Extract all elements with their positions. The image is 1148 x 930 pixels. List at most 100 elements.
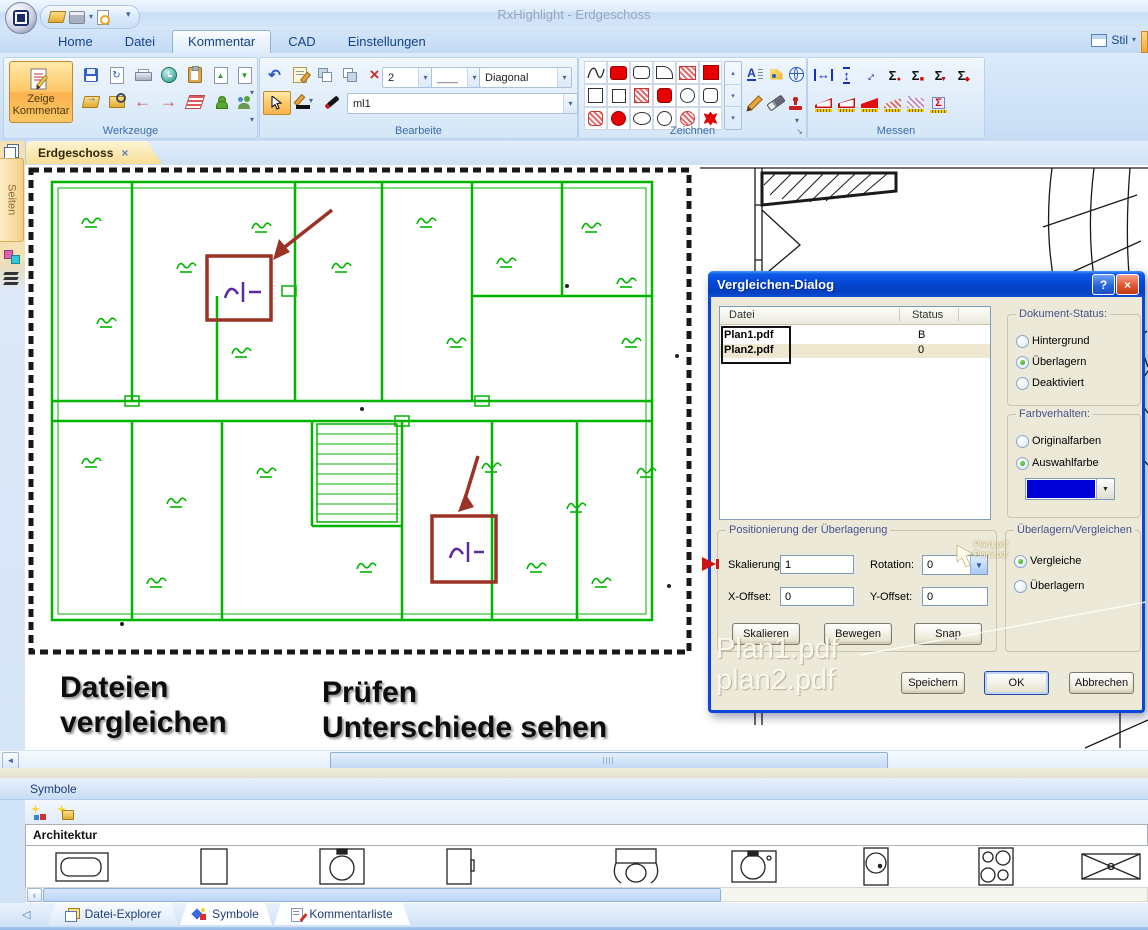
tab-datei[interactable]: Datei [110, 31, 170, 53]
abbrechen-button[interactable]: Abbrechen [1069, 672, 1134, 694]
gallery-up-icon[interactable]: ▴ [725, 62, 741, 85]
bewegen-button[interactable]: Bewegen [824, 623, 892, 645]
radio-hintergrund-label[interactable]: Hintergrund [1032, 335, 1089, 347]
hatch-combobox[interactable]: Diagonal ▾ [479, 67, 572, 88]
skalieren-button[interactable]: Skalieren [732, 623, 800, 645]
layers-icon[interactable] [183, 91, 206, 113]
document-tab-erdgeschoss[interactable]: Erdgeschoss × [25, 141, 162, 164]
pages-panel-icon[interactable] [4, 144, 19, 159]
tab-kommentar[interactable]: Kommentar [172, 30, 271, 53]
shape-polyline[interactable] [584, 61, 607, 84]
stamp-dropdown-icon[interactable]: ▾ [795, 118, 799, 124]
radio-ueberlagern-2-label[interactable]: Überlagern [1030, 580, 1084, 592]
shape-circle-white-1[interactable] [676, 84, 699, 107]
radio-hintergrund[interactable] [1016, 335, 1029, 348]
pen-color-dropdown-icon[interactable]: ▾ [309, 98, 313, 104]
shape-corner-tab[interactable] [653, 61, 676, 84]
shape-rounded-rect-red[interactable] [607, 61, 630, 84]
count-circle-icon[interactable]: Σ ● [881, 64, 904, 86]
area-sum-icon[interactable]: Σ [927, 94, 950, 116]
previous-icon[interactable]: ← [131, 91, 154, 113]
line-style-combobox[interactable]: _____ ▾ [431, 67, 482, 88]
symbol-washing-machine[interactable] [853, 847, 897, 886]
area-outline-2-icon[interactable] [835, 94, 858, 116]
area-filled-icon[interactable] [858, 94, 881, 116]
y-offset-input[interactable] [922, 587, 988, 606]
count-triangle-icon[interactable]: Σ ▼ [927, 64, 950, 86]
print-document-icon[interactable] [131, 64, 154, 86]
pen-style-combobox[interactable]: ml1 ▾ [347, 93, 578, 114]
document-tab-close-icon[interactable]: × [121, 146, 128, 160]
shape-square-white-1[interactable] [584, 84, 607, 107]
text-highlight-icon[interactable]: A [745, 63, 765, 85]
measure-horizontal-icon[interactable]: ↔ [812, 64, 835, 86]
gallery-down-icon[interactable]: ▾ [725, 85, 741, 107]
symbol-cabinet[interactable] [186, 848, 242, 885]
tab-einstellungen[interactable]: Einstellungen [333, 31, 441, 53]
radio-ueberlagern-label[interactable]: Überlagern [1032, 356, 1086, 368]
radio-auswahlfarbe[interactable] [1016, 457, 1029, 470]
symbol-toilet[interactable] [314, 848, 370, 885]
send-backward-icon[interactable] [338, 64, 361, 86]
canvas-horizontal-scrollbar[interactable]: ◄ [0, 750, 1148, 769]
search-folder-icon[interactable] [105, 91, 128, 113]
note-icon[interactable] [766, 63, 786, 85]
shape-rounded-square-red[interactable] [653, 84, 676, 107]
area-hatched-star-icon[interactable]: * [904, 94, 927, 116]
panel-tab-scroll-left-icon[interactable]: ◁ [22, 908, 30, 921]
panel-tab-datei-explorer[interactable]: Datei-Explorer [48, 903, 178, 925]
open-symbol-library-icon[interactable] [57, 805, 74, 820]
compare-file-list[interactable]: Datei Status Plan1.pdf B Plan2.pdf 0 [719, 306, 991, 520]
rotation-combobox[interactable]: 0 ▼ [922, 555, 988, 575]
measure-diagonal-icon[interactable]: ↔ [858, 64, 881, 86]
hyperlink-globe-icon[interactable] [787, 63, 805, 85]
line-width-combobox[interactable]: 2 ▾ [382, 67, 433, 88]
canvas-scrollbar-thumb[interactable] [330, 752, 888, 769]
radio-auswahlfarbe-label[interactable]: Auswahlfarbe [1032, 457, 1099, 469]
edit-note-icon[interactable] [288, 64, 311, 86]
dialog-close-button[interactable]: × [1116, 274, 1139, 295]
symbol-stove[interactable] [971, 847, 1021, 886]
panel-tab-symbole[interactable]: Symbole [180, 903, 272, 925]
skalierung-input[interactable] [780, 555, 854, 574]
tab-cad[interactable]: CAD [273, 31, 330, 53]
x-offset-input[interactable] [780, 587, 854, 606]
users-icon[interactable] [233, 91, 256, 113]
bring-forward-icon[interactable] [313, 64, 336, 86]
application-menu-button[interactable] [5, 2, 37, 34]
stamp-tool-icon[interactable] [787, 92, 803, 114]
color-dropdown-icon[interactable]: ▼ [1096, 479, 1114, 499]
symbol-door[interactable] [431, 848, 487, 885]
radio-vergleiche-label[interactable]: Vergleiche [1030, 555, 1081, 567]
undo-icon[interactable]: ↶ [263, 64, 286, 86]
radio-ueberlagern[interactable] [1016, 356, 1029, 369]
layer-stack-icon[interactable] [4, 272, 20, 286]
count-square-icon[interactable]: Σ ■ [904, 64, 927, 86]
symbol-strip-scrollbar[interactable]: ‹ [25, 887, 1148, 902]
save-icon[interactable] [79, 64, 102, 86]
shape-square-white-2[interactable] [607, 84, 630, 107]
marker-pen-icon[interactable] [320, 91, 343, 113]
zeige-kommentar-button[interactable]: Zeige Kommentar [9, 61, 73, 123]
measure-vertical-icon[interactable]: ↕ [835, 64, 858, 86]
stil-button[interactable]: Stil ▾ [1091, 33, 1136, 47]
shape-rect-hatched[interactable] [676, 61, 699, 84]
page-up-icon[interactable]: ▲ [209, 64, 232, 86]
scroll-left-button[interactable]: ◄ [2, 752, 19, 769]
shape-square-red[interactable] [699, 61, 722, 84]
user-icon[interactable] [209, 91, 232, 113]
dialog-help-button[interactable]: ? [1092, 274, 1115, 295]
shape-rounded-rect-white[interactable] [630, 61, 653, 84]
users-dropdown-icon[interactable]: ▾ [250, 117, 254, 123]
column-datei[interactable]: Datei [729, 309, 755, 321]
history-icon[interactable] [157, 64, 180, 86]
radio-vergleiche[interactable] [1014, 555, 1027, 568]
send-to-icon[interactable]: → [79, 91, 102, 113]
eraser-tool-icon[interactable] [766, 92, 786, 114]
sidebar-tab-seiten[interactable]: Seiten [0, 158, 24, 242]
rotation-dropdown-icon[interactable]: ▼ [970, 556, 987, 574]
clipped-toolbar-button[interactable] [1141, 31, 1148, 53]
pencil-tool-icon[interactable] [745, 92, 765, 114]
symbol-scrollbar-thumb[interactable] [43, 888, 721, 902]
ok-button[interactable]: OK [984, 671, 1049, 695]
